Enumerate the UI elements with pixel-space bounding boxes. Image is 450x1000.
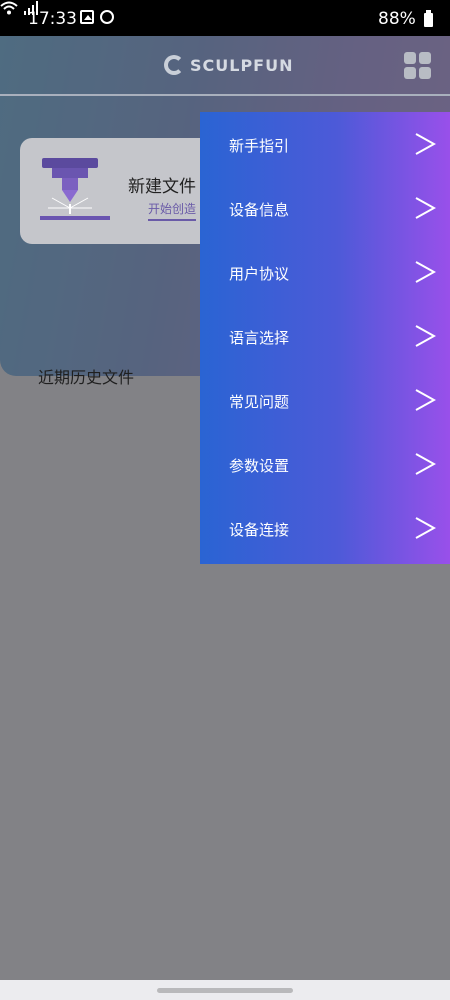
chevron-right-icon [415,453,436,475]
chevron-right-icon [415,197,436,219]
menu-item-label: 语言选择 [229,329,290,347]
menu-item-label: 参数设置 [229,457,290,475]
vpn-icon [100,10,114,24]
battery-percent: 88% [378,9,416,29]
menu-item-label: 设备连接 [229,521,290,539]
wifi-icon [0,1,18,15]
status-time: 17:33 [28,9,77,29]
menu-item-faq[interactable]: 常见问题 [200,368,450,432]
logo-mark-icon [164,55,184,75]
grid-menu-icon[interactable] [404,52,432,80]
chevron-right-icon [415,133,436,155]
menu-item-label: 用户协议 [229,265,290,283]
menu-item-device-info[interactable]: 设备信息 [200,176,450,240]
app-logo: SCULPFUN [164,54,294,76]
side-menu-drawer: 新手指引 设备信息 用户协议 语言选择 常见问题 参数设置 设备连接 [200,112,450,564]
home-indicator[interactable] [157,988,293,993]
menu-item-label: 新手指引 [229,137,290,155]
menu-item-guide[interactable]: 新手指引 [200,112,450,176]
menu-item-device-connect[interactable]: 设备连接 [200,496,450,560]
menu-item-user-agreement[interactable]: 用户协议 [200,240,450,304]
new-file-title: 新建文件 [128,177,196,197]
chevron-right-icon [415,517,436,539]
status-bar: 17:33 88% [0,0,450,36]
menu-item-parameters[interactable]: 参数设置 [200,432,450,496]
new-file-subtitle[interactable]: 开始创造 [148,200,197,221]
header-divider [0,94,450,96]
menu-item-language[interactable]: 语言选择 [200,304,450,368]
recent-files-label: 近期历史文件 [38,368,135,387]
chevron-right-icon [415,325,436,347]
chevron-right-icon [415,389,436,411]
chevron-right-icon [415,261,436,283]
logo-text: SCULPFUN [190,55,294,75]
battery-icon [424,10,433,27]
image-icon [80,10,94,24]
laser-engraver-icon [40,158,110,220]
menu-item-label: 常见问题 [229,393,290,411]
menu-item-label: 设备信息 [229,201,290,219]
